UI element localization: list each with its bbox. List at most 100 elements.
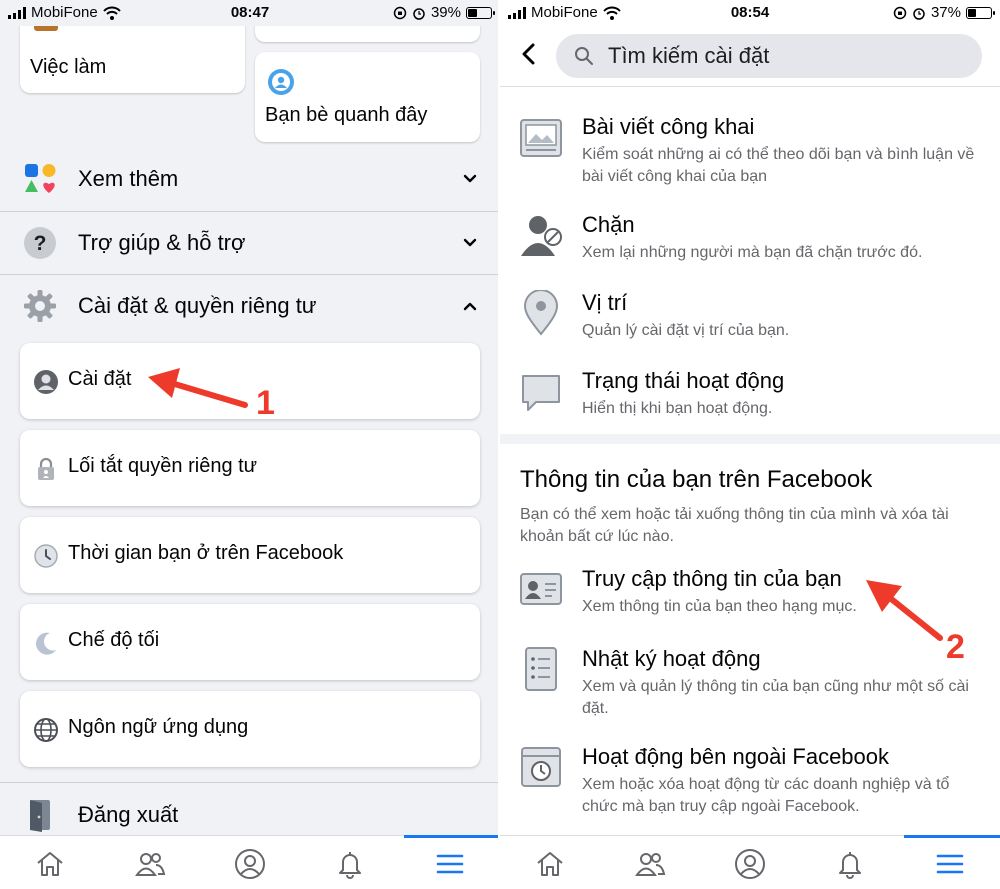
profile-icon (235, 849, 265, 879)
dark-mode-label: Chế độ tối (68, 629, 160, 651)
tab-profile[interactable] (730, 844, 770, 884)
public-posts-desc: Kiểm soát những ai có thể theo dõi bạn v… (582, 146, 975, 185)
nearby-friends-icon (268, 69, 294, 95)
activity-log-title: Nhật ký hoạt động (582, 646, 761, 671)
tab-home[interactable] (30, 844, 70, 884)
activity-log-icon (525, 647, 557, 691)
friends-icon (635, 853, 666, 876)
help-icon: ? (24, 227, 56, 259)
back-arrow-icon[interactable] (518, 42, 540, 66)
block-title: Chặn (582, 212, 635, 237)
search-header (500, 30, 1000, 82)
menu-row-help[interactable]: ? Trợ giúp & hỗ trợ (0, 212, 500, 274)
status-bar: MobiFone 08:54 37% (500, 0, 1000, 26)
annotation-number-1: 1 (256, 384, 275, 422)
settings-privacy-label: Cài đặt & quyền riêng tư (78, 293, 317, 318)
public-posts-icon (520, 119, 562, 157)
active-status-desc: Hiển thị khi bạn hoạt động. (582, 400, 773, 417)
id-card-icon (520, 573, 562, 605)
settings-row-location[interactable]: Vị trí Quản lý cài đặt vị trí của bạn. (500, 290, 1000, 350)
rotation-lock-icon (893, 6, 907, 19)
section-title: Thông tin của bạn trên Facebook (520, 466, 873, 493)
active-tab-indicator (404, 835, 500, 838)
alarm-icon (913, 7, 925, 20)
settings-label: Cài đặt (68, 368, 132, 390)
tab-home[interactable] (530, 844, 570, 884)
block-icon (521, 216, 562, 256)
off-facebook-desc: Xem hoặc xóa hoạt động từ các doanh nghi… (582, 776, 950, 815)
active-status-title: Trạng thái hoạt động (582, 368, 785, 393)
tab-friends[interactable] (130, 844, 170, 884)
annotation-arrow-1 (148, 368, 248, 408)
jobs-label: Việc làm (30, 56, 107, 78)
status-right-group: 37% (893, 4, 995, 21)
settings-row-block[interactable]: Chặn Xem lại những người mà bạn đã chặn … (500, 212, 1000, 272)
menu-icon (436, 854, 464, 874)
alarm-icon (413, 7, 425, 20)
person-icon (34, 370, 58, 394)
lock-icon (38, 457, 54, 480)
menu-row-settings-privacy[interactable]: Cài đặt & quyền riêng tư (0, 275, 500, 337)
status-bar: MobiFone 08:47 39% (0, 0, 500, 26)
svg-text:?: ? (34, 232, 47, 255)
menu-icon (936, 854, 964, 874)
settings-item-privacy-shortcuts[interactable]: Lối tắt quyền riêng tư (20, 430, 480, 506)
settings-row-public-posts[interactable]: Bài viết công khai Kiểm soát những ai có… (500, 114, 1000, 186)
help-label: Trợ giúp & hỗ trợ (78, 230, 246, 255)
menu-row-see-more[interactable]: Xem thêm (0, 148, 500, 210)
tab-notifications[interactable] (330, 844, 370, 884)
notifications-icon (339, 852, 361, 879)
privacy-shortcuts-label: Lối tắt quyền riêng tư (68, 455, 258, 477)
chevron-up-icon (463, 302, 477, 311)
location-icon (523, 290, 559, 336)
time-on-facebook-label: Thời gian bạn ở trên Facebook (68, 542, 344, 564)
chevron-down-icon (463, 174, 477, 183)
shapes-icon (25, 164, 56, 193)
access-your-info-title: Truy cập thông tin của bạn (582, 566, 842, 591)
tab-menu[interactable] (930, 844, 970, 884)
tab-friends[interactable] (630, 844, 670, 884)
settings-item-dark-mode[interactable]: Chế độ tối (20, 604, 480, 680)
status-right-group: 39% (393, 4, 495, 21)
battery-icon (966, 6, 995, 19)
search-input[interactable] (608, 34, 968, 78)
battery-percent: 37% (930, 4, 961, 21)
settings-row-active-status[interactable]: Trạng thái hoạt động Hiển thị khi bạn ho… (500, 368, 1000, 428)
block-desc: Xem lại những người mà bạn đã chặn trước… (582, 244, 923, 261)
battery-icon (466, 6, 495, 19)
off-facebook-title: Hoạt động bên ngoài Facebook (582, 744, 890, 769)
settings-row-off-facebook-activity[interactable]: Hoạt động bên ngoài Facebook Xem hoặc xó… (500, 744, 1000, 816)
section-description: Bạn có thể xem hoặc tải xuống thông tin … (520, 506, 949, 545)
moon-icon (36, 632, 56, 655)
rotation-lock-icon (393, 6, 407, 19)
shortcut-card-nearby-friends[interactable]: Bạn bè quanh đây (255, 52, 480, 142)
battery-fill (968, 8, 977, 17)
settings-row-activity-log[interactable]: Nhật ký hoạt động Xem và quản lý thông t… (500, 646, 1000, 718)
see-more-label: Xem thêm (78, 166, 179, 191)
clock-icon (34, 544, 58, 568)
settings-item-app-language[interactable]: Ngôn ngữ ứng dụng (20, 691, 480, 767)
home-icon (37, 852, 63, 876)
tab-notifications[interactable] (830, 844, 870, 884)
location-title: Vị trí (582, 290, 628, 315)
tab-profile[interactable] (230, 844, 270, 884)
nearby-friends-label: Bạn bè quanh đây (265, 104, 428, 126)
home-icon (537, 852, 563, 876)
battery-percent: 39% (430, 4, 461, 21)
annotation-number-2: 2 (946, 628, 965, 666)
app-language-label: Ngôn ngữ ứng dụng (68, 716, 249, 738)
door-icon (30, 800, 50, 832)
friends-icon (135, 853, 166, 876)
logout-label: Đăng xuất (78, 802, 179, 827)
gear-icon (24, 290, 56, 322)
public-posts-title: Bài viết công khai (582, 114, 755, 139)
search-bar[interactable] (556, 34, 982, 78)
active-tab-indicator (904, 835, 1000, 838)
notifications-icon (839, 852, 861, 879)
tab-menu[interactable] (430, 844, 470, 884)
search-icon (575, 47, 593, 65)
logout-divider (0, 782, 500, 783)
settings-item-time-on-facebook[interactable]: Thời gian bạn ở trên Facebook (20, 517, 480, 593)
header-divider (500, 86, 1000, 87)
left-screenshot: Việc làm Bạn bè quanh đây MobiFone 08:47… (0, 0, 500, 889)
